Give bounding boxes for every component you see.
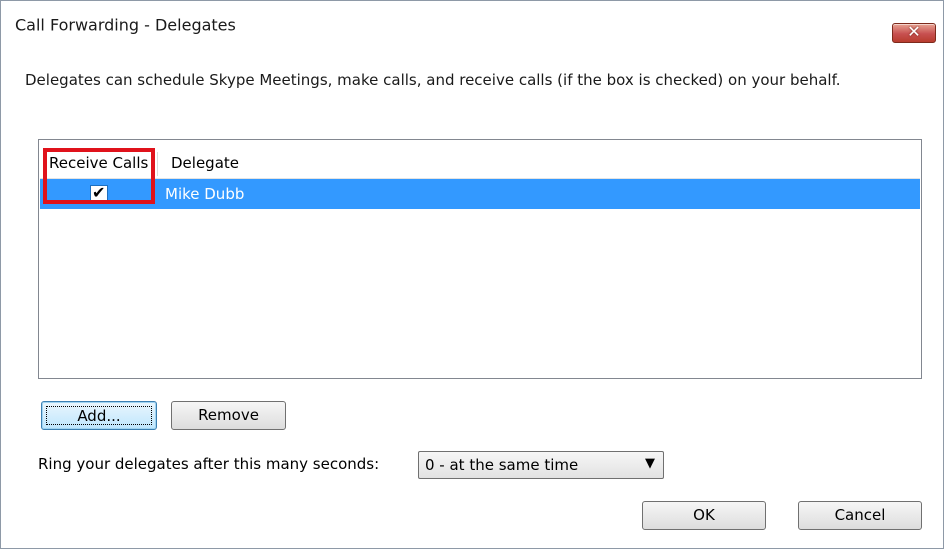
call-forwarding-delegates-dialog: Call Forwarding - Delegates ✕ Delegates …: [0, 0, 944, 549]
column-header-delegate[interactable]: Delegate: [171, 154, 239, 172]
cancel-button[interactable]: Cancel: [798, 501, 922, 530]
add-button-focus-outline: Add...: [46, 406, 152, 425]
close-icon: ✕: [907, 22, 921, 41]
close-button[interactable]: ✕: [892, 22, 936, 43]
ring-delay-select[interactable]: 0 - at the same time ▼: [418, 451, 664, 479]
ok-button[interactable]: OK: [642, 501, 766, 530]
add-button[interactable]: Add...: [41, 401, 157, 430]
window-title: Call Forwarding - Delegates: [15, 15, 236, 35]
delegate-name: Mike Dubb: [165, 185, 245, 203]
title-bar: Call Forwarding - Delegates ✕: [1, 1, 943, 43]
description-text: Delegates can schedule Skype Meetings, m…: [25, 71, 841, 89]
dropdown-arrow-icon[interactable]: ▼: [645, 456, 655, 471]
delegate-list[interactable]: Receive Calls Delegate ✔ Mike Dubb: [38, 139, 922, 379]
highlight-annotation: [43, 148, 155, 204]
list-row-selected[interactable]: ✔ Mike Dubb: [40, 179, 920, 209]
list-header: Receive Calls Delegate: [40, 150, 920, 179]
ring-delay-value: 0 - at the same time: [425, 456, 579, 474]
remove-button[interactable]: Remove: [171, 401, 286, 430]
add-button-label: Add...: [77, 407, 121, 425]
column-divider[interactable]: [157, 152, 158, 176]
ring-delay-label: Ring your delegates after this many seco…: [38, 455, 380, 473]
